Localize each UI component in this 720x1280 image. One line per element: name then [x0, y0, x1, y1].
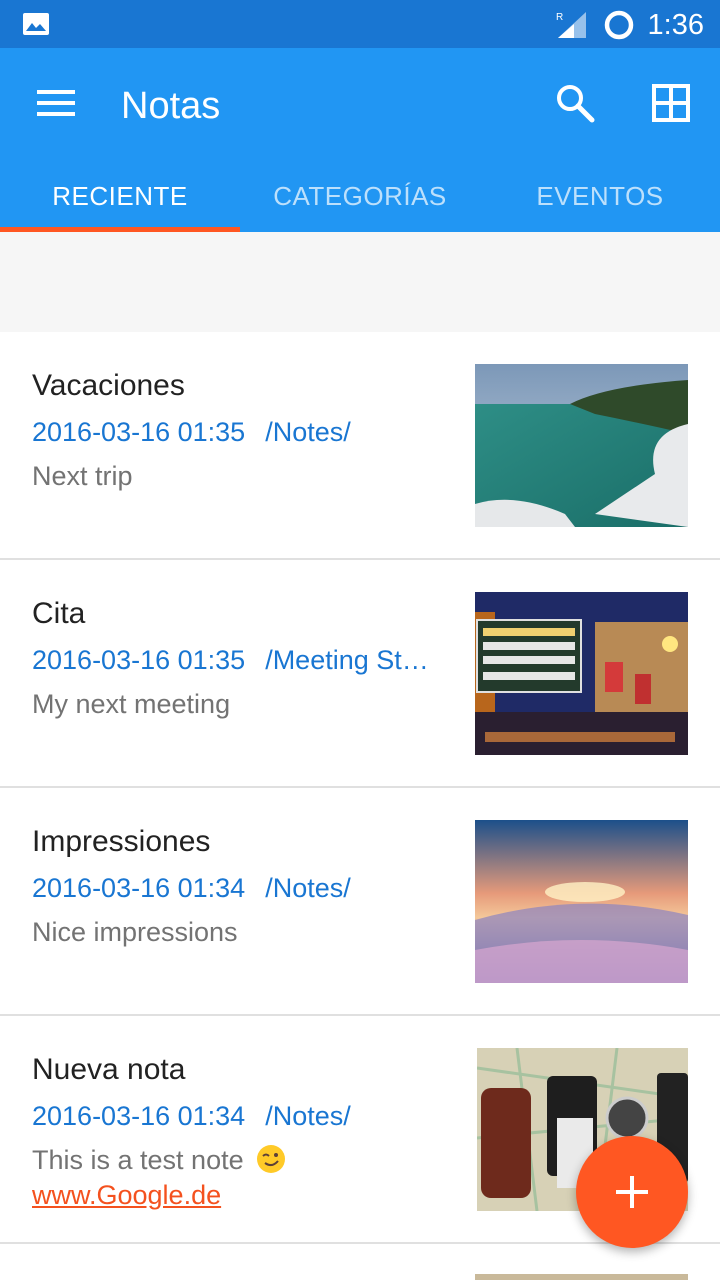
note-title: Cita — [32, 597, 86, 630]
note-meta: 2016-03-16 01:34/Notes/ — [32, 870, 452, 906]
tab-label: EVENTOS — [536, 181, 664, 211]
tab-reciente[interactable]: RECIENTE — [0, 176, 240, 232]
note-title: Nueva nota — [32, 1053, 186, 1086]
note-title: Vacaciones — [32, 369, 185, 402]
tab-categorias[interactable]: CATEGORÍAS — [240, 176, 480, 232]
note-meta: 2016-03-16 01:34/Notes/ — [32, 1098, 452, 1134]
note-body: Next trip — [32, 461, 133, 491]
menu-icon[interactable] — [36, 88, 76, 118]
note-thumbnail — [475, 820, 688, 983]
page-title: Notas — [121, 85, 221, 127]
note-title: Impressiones — [32, 825, 211, 858]
note-date: 2016-03-16 01:34 — [32, 873, 246, 903]
note-meta: 2016-03-16 01:35/Meeting St… — [32, 642, 452, 678]
note-meta: 2016-03-16 01:35/Notes/ — [32, 414, 452, 450]
note-thumbnail — [475, 364, 688, 527]
tab-eventos[interactable]: EVENTOS — [480, 176, 720, 232]
note-path: /Meeting St… — [265, 645, 429, 675]
sync-ring-icon — [604, 10, 634, 40]
grid-view-icon[interactable] — [652, 84, 690, 122]
note-body: Nice impressions — [32, 917, 238, 947]
status-time: 1:36 — [647, 9, 704, 41]
note-body: This is a test note — [32, 1142, 287, 1178]
note-body: My next meeting — [32, 689, 231, 719]
search-icon[interactable] — [554, 82, 596, 124]
note-date: 2016-03-16 01:35 — [32, 645, 246, 675]
note-path: /Notes/ — [265, 873, 351, 903]
image-icon — [23, 13, 49, 35]
add-note-button[interactable] — [576, 1136, 688, 1248]
signal-icon: R — [556, 12, 586, 38]
plus-icon — [616, 1176, 648, 1208]
note-date: 2016-03-16 01:34 — [32, 1101, 246, 1131]
list-item[interactable]: Vacaciones 2016-03-16 01:35/Notes/ Next … — [0, 332, 720, 560]
app-bar: Notas RECIENTE CATEGORÍAS EVENTOS — [0, 48, 720, 232]
note-path: /Notes/ — [265, 1101, 351, 1131]
note-body-text: This is a test note — [32, 1145, 244, 1175]
tab-label: CATEGORÍAS — [273, 181, 447, 211]
note-thumbnail — [475, 592, 688, 755]
list-item[interactable]: Impressiones 2016-03-16 01:34/Notes/ Nic… — [0, 788, 720, 1016]
tab-label: RECIENTE — [52, 181, 188, 211]
note-date: 2016-03-16 01:35 — [32, 417, 246, 447]
note-path: /Notes/ — [265, 417, 351, 447]
next-item-thumbnail-peek — [475, 1274, 688, 1280]
status-bar: R 1:36 — [0, 0, 720, 48]
note-link[interactable]: www.Google.de — [32, 1178, 221, 1212]
signal-label: R — [556, 12, 563, 23]
wink-emoji-icon — [257, 1145, 286, 1173]
list-header-spacer — [0, 232, 720, 332]
list-item[interactable]: Cita 2016-03-16 01:35/Meeting St… My nex… — [0, 560, 720, 788]
tab-bar: RECIENTE CATEGORÍAS EVENTOS — [0, 176, 720, 232]
